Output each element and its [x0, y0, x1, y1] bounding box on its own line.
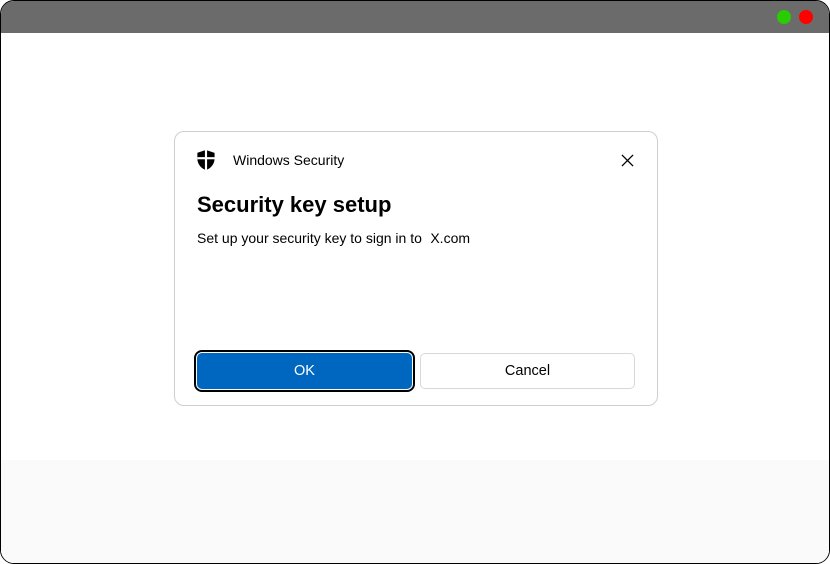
dialog-app-name: Windows Security — [233, 152, 344, 168]
content-area: Windows Security Security key setup Set … — [1, 33, 829, 563]
dialog-header: Windows Security — [197, 150, 635, 170]
dialog-buttons: OK Cancel — [197, 353, 635, 389]
dialog-header-left: Windows Security — [197, 150, 344, 170]
security-dialog: Windows Security Security key setup Set … — [174, 131, 658, 406]
ok-button[interactable]: OK — [197, 353, 412, 389]
app-window: Windows Security Security key setup Set … — [0, 0, 830, 564]
cancel-button[interactable]: Cancel — [420, 353, 635, 389]
bottom-strip — [1, 460, 829, 563]
dialog-message-row: Set up your security key to sign in to X… — [197, 230, 635, 248]
dialog-title: Security key setup — [197, 192, 635, 218]
shield-icon — [197, 150, 215, 170]
close-dot[interactable] — [799, 10, 813, 24]
titlebar — [1, 1, 829, 33]
dialog-site: X.com — [430, 230, 470, 246]
dialog-message: Set up your security key to sign in to — [197, 230, 422, 246]
minimize-dot[interactable] — [777, 10, 791, 24]
close-icon[interactable] — [619, 152, 635, 168]
